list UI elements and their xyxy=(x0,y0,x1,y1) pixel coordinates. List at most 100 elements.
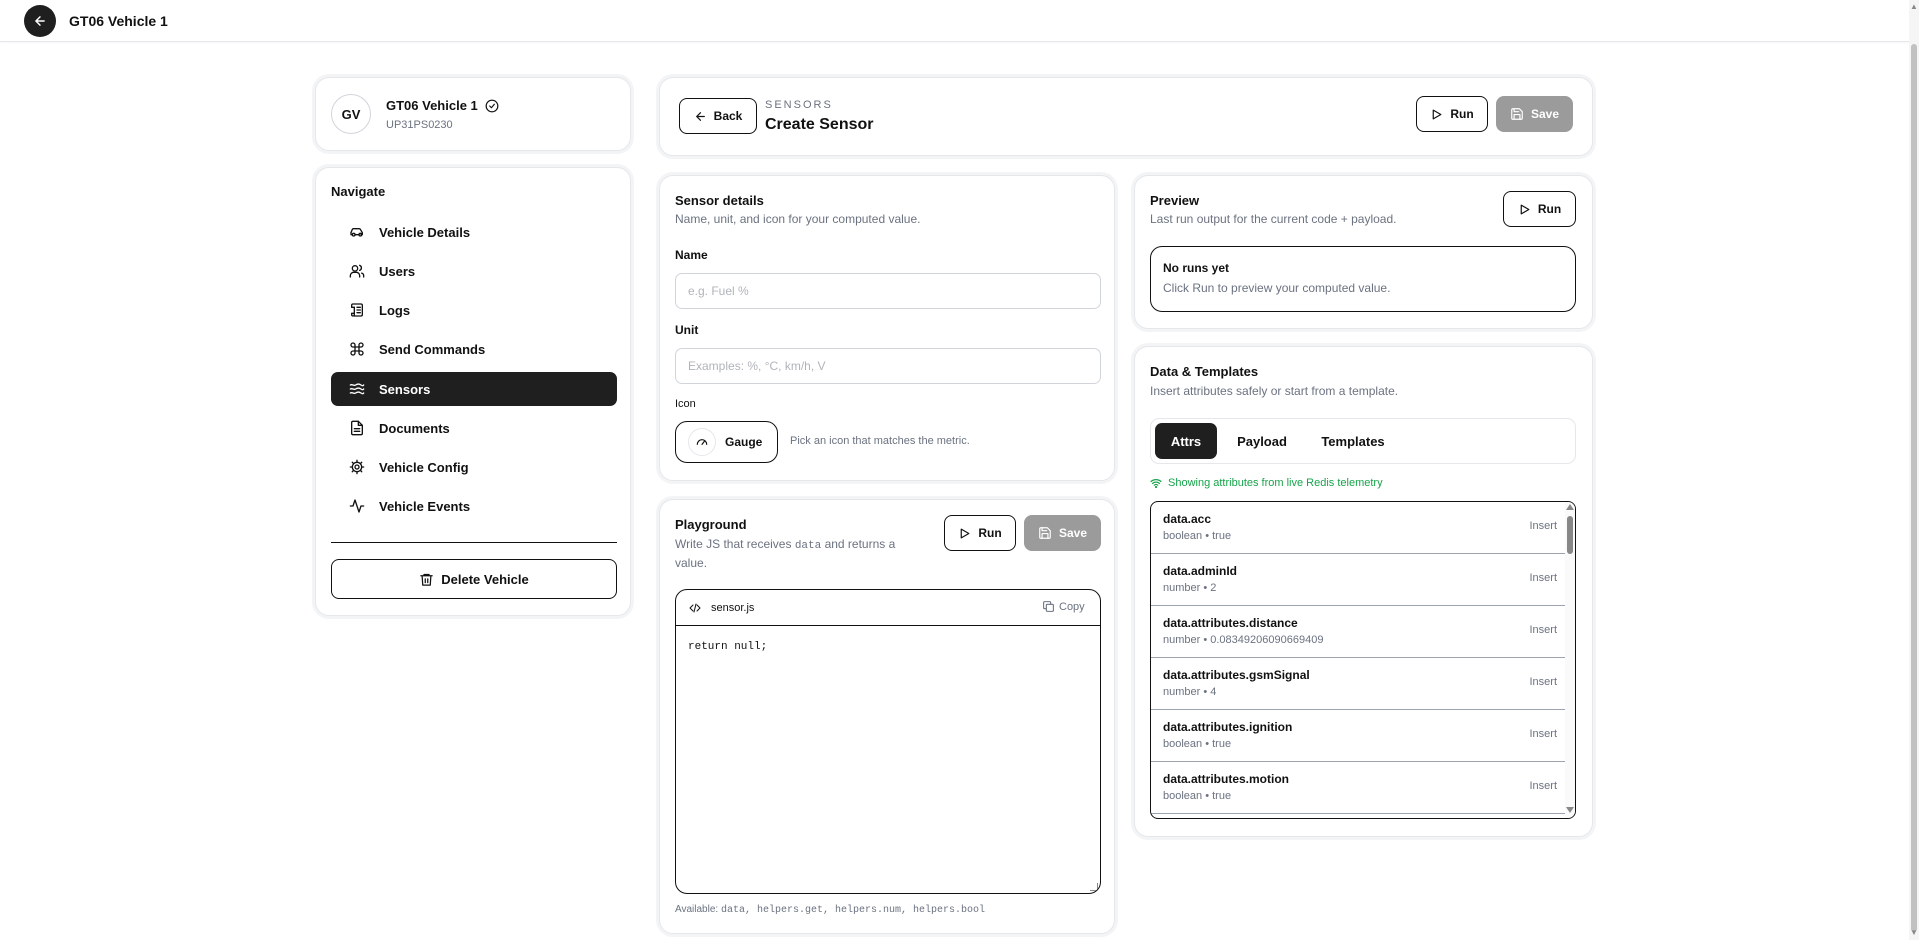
insert-button[interactable]: Insert xyxy=(1529,624,1557,636)
list-item[interactable]: data.attributes.motion boolean • true In… xyxy=(1151,762,1567,814)
playground-subtitle: Write JS that receives data and returns … xyxy=(675,536,915,572)
list-item[interactable]: data.attributes.ignition boolean • true … xyxy=(1151,710,1567,762)
waves-icon xyxy=(349,381,365,397)
run-button-preview[interactable]: Run xyxy=(1503,191,1576,227)
save-icon xyxy=(1039,527,1051,539)
run-label: Run xyxy=(1537,202,1562,216)
insert-button[interactable]: Insert xyxy=(1529,728,1557,740)
tab-bar: Attrs Payload Templates xyxy=(1150,418,1576,464)
car-icon xyxy=(349,224,365,240)
sidebar-item-label: Send Commands xyxy=(379,341,486,357)
editor-filename: sensor.js xyxy=(711,602,755,614)
vehicle-name-text: GT06 Vehicle 1 xyxy=(386,98,478,113)
name-input[interactable]: e.g. Fuel % xyxy=(675,273,1101,309)
sidebar-item-label: Vehicle Events xyxy=(379,498,471,514)
resize-handle[interactable] xyxy=(1090,883,1098,891)
page-scrollbar[interactable]: ▲ ▼ xyxy=(1909,0,1919,940)
preview-subtitle: Last run output for the current code + p… xyxy=(1150,212,1397,226)
code-textarea[interactable]: return null; xyxy=(688,641,767,653)
unit-label: Unit xyxy=(675,323,699,337)
playground-subtitle-text-3: value. xyxy=(675,556,708,570)
vehicle-name: GT06 Vehicle 1 xyxy=(386,98,499,113)
sidebar-item-sensors[interactable]: Sensors xyxy=(331,372,617,406)
back-label: Back xyxy=(713,109,743,123)
tab-payload[interactable]: Payload xyxy=(1223,423,1301,459)
available-helpers: Available: data, helpers.get, helpers.nu… xyxy=(675,904,985,916)
insert-button[interactable]: Insert xyxy=(1529,780,1557,792)
playground-title: Playground xyxy=(675,517,747,532)
attrs-scrollbar[interactable] xyxy=(1565,502,1575,818)
play-icon xyxy=(1432,109,1442,119)
editor-header: sensor.js Copy xyxy=(676,590,1100,626)
sidebar-item-label: Users xyxy=(379,263,416,279)
list-item[interactable]: data.attributes.gsmSignal number • 4 Ins… xyxy=(1151,658,1567,710)
sidebar-item-label: Vehicle Config xyxy=(379,459,469,475)
scroll-thumb[interactable] xyxy=(1911,44,1917,932)
code-icon xyxy=(689,603,701,613)
list-item[interactable]: data.acc boolean • true Insert xyxy=(1151,502,1567,554)
list-item[interactable]: data.attributes.distance number • 0.0834… xyxy=(1151,606,1567,658)
preview-empty-title: No runs yet xyxy=(1163,261,1230,275)
available-items: data, helpers.get, helpers.num, helpers.… xyxy=(720,905,986,916)
preview-output: No runs yet Click Run to preview your co… xyxy=(1150,246,1576,312)
list-item[interactable]: data.adminId number • 2 Insert xyxy=(1151,554,1567,606)
sidebar-item-label: Sensors xyxy=(379,381,431,397)
tab-attrs[interactable]: Attrs xyxy=(1155,423,1217,459)
attr-meta: boolean • true xyxy=(1163,530,1232,542)
trash-icon xyxy=(420,573,434,586)
playground-subtitle-code: data xyxy=(794,540,822,552)
save-button-playground[interactable]: Save xyxy=(1024,515,1101,551)
sidebar-item-vehicle-details[interactable]: Vehicle Details xyxy=(331,215,617,249)
preview-title: Preview xyxy=(1150,193,1200,208)
insert-button[interactable]: Insert xyxy=(1529,676,1557,688)
live-telemetry-status: Showing attributes from live Redis telem… xyxy=(1150,477,1383,489)
copy-button[interactable]: Copy xyxy=(1042,600,1085,613)
verified-check-icon xyxy=(485,99,499,112)
back-button-secondary[interactable]: Back xyxy=(679,98,757,134)
attr-name: data.acc xyxy=(1163,512,1212,526)
insert-button[interactable]: Insert xyxy=(1529,520,1557,532)
scroll-icon xyxy=(349,302,365,318)
sidebar-item-documents[interactable]: Documents xyxy=(331,411,617,445)
code-editor: sensor.js Copy return null; xyxy=(675,589,1101,894)
playground-subtitle-text-2: and returns a xyxy=(821,537,896,551)
scroll-down-arrow[interactable] xyxy=(1566,807,1574,813)
tab-templates[interactable]: Templates xyxy=(1306,423,1400,459)
run-button-playground[interactable]: Run xyxy=(944,515,1016,551)
preview-empty-text: Click Run to preview your computed value… xyxy=(1163,281,1391,295)
attrs-list[interactable]: data.acc boolean • true Insert data.admi… xyxy=(1150,501,1576,819)
run-button-header[interactable]: Run xyxy=(1416,96,1488,132)
attr-name: data.attributes.distance xyxy=(1163,616,1298,630)
insert-button[interactable]: Insert xyxy=(1529,572,1557,584)
scroll-up-arrow[interactable]: ▲ xyxy=(1910,2,1918,11)
save-icon xyxy=(1511,108,1523,120)
scroll-up-arrow[interactable] xyxy=(1566,504,1574,510)
run-label: Run xyxy=(978,526,1002,540)
save-label: Save xyxy=(1530,107,1560,121)
sidebar-item-label: Vehicle Details xyxy=(379,224,471,240)
delete-vehicle-label: Delete Vehicle xyxy=(441,571,529,587)
save-button-header[interactable]: Save xyxy=(1496,96,1573,132)
icon-picker-button[interactable]: Gauge xyxy=(675,421,778,463)
page-title: GT06 Vehicle 1 xyxy=(69,13,168,29)
attr-name: data.adminId xyxy=(1163,564,1238,578)
sidebar-item-vehicle-config[interactable]: Vehicle Config xyxy=(331,450,617,484)
navigation-card: Navigate Vehicle Details Users Logs Send… xyxy=(315,167,631,616)
sidebar-item-users[interactable]: Users xyxy=(331,254,617,288)
avatar: GV xyxy=(331,94,371,134)
unit-input[interactable]: Examples: %, °C, km/h, V xyxy=(675,348,1101,384)
sidebar-item-label: Logs xyxy=(379,302,411,318)
command-icon xyxy=(349,341,365,357)
playground-card: Playground Write JS that receives data a… xyxy=(659,499,1115,934)
wifi-icon xyxy=(1150,479,1162,489)
run-label: Run xyxy=(1450,107,1474,121)
sidebar-item-vehicle-events[interactable]: Vehicle Events xyxy=(331,489,617,523)
scroll-down-arrow[interactable]: ▼ xyxy=(1910,928,1918,937)
attr-meta: number • 0.08349206090669409 xyxy=(1163,634,1324,646)
scroll-thumb[interactable] xyxy=(1567,516,1573,554)
sidebar-item-send-commands[interactable]: Send Commands xyxy=(331,332,617,366)
back-button[interactable] xyxy=(24,5,56,37)
sidebar-item-logs[interactable]: Logs xyxy=(331,293,617,327)
delete-vehicle-button[interactable]: Delete Vehicle xyxy=(331,559,617,599)
section-title: Create Sensor xyxy=(765,116,874,133)
